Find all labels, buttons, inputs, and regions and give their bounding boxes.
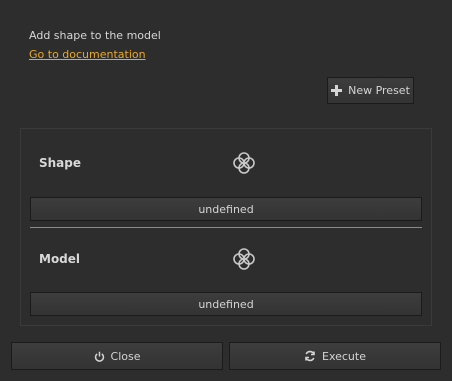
new-preset-label: New Preset (348, 84, 410, 97)
model-field[interactable]: undefined (30, 292, 422, 316)
close-button[interactable]: Close (11, 342, 223, 370)
refresh-icon (304, 350, 316, 362)
selection-target-icon[interactable] (232, 247, 256, 271)
close-label: Close (110, 349, 141, 363)
new-preset-button[interactable]: New Preset (327, 77, 414, 104)
plus-icon (331, 85, 343, 96)
description-text: Add shape to the model (29, 29, 161, 42)
model-label: Model (39, 252, 81, 266)
shape-label: Shape (39, 156, 82, 170)
documentation-link[interactable]: Go to documentation (29, 48, 146, 61)
execute-button[interactable]: Execute (229, 342, 441, 370)
section-divider (30, 227, 422, 228)
power-icon (94, 351, 105, 362)
model-value: undefined (198, 297, 254, 311)
shape-field[interactable]: undefined (30, 197, 422, 221)
execute-label: Execute (322, 349, 366, 363)
selection-target-icon[interactable] (232, 151, 256, 175)
shape-value: undefined (198, 202, 254, 216)
